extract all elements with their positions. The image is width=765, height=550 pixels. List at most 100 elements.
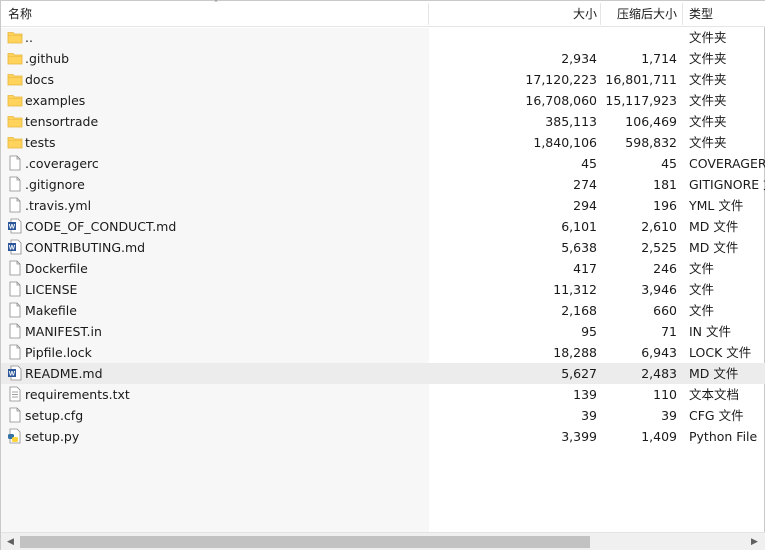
file-type: CFG 文件: [689, 408, 744, 423]
scroll-left-icon[interactable]: ◀: [2, 533, 19, 550]
file-name: CODE_OF_CONDUCT.md: [25, 219, 177, 234]
file-name: tests: [25, 135, 56, 150]
column-header-compressed[interactable]: 压缩后大小: [604, 1, 677, 27]
file-compressed-size: 106,469: [625, 114, 677, 129]
file-type: 文件夹: [689, 135, 727, 150]
file-name: Makefile: [25, 303, 77, 318]
word-doc-icon: W: [6, 363, 24, 384]
file-name: CONTRIBUTING.md: [25, 240, 146, 255]
horizontal-scrollbar[interactable]: ◀ ▶: [1, 532, 765, 550]
file-size: 17,120,223: [525, 72, 597, 87]
file-type: 文件夹: [689, 93, 727, 108]
file-compressed-size: 1,714: [641, 51, 677, 66]
file-name: docs: [25, 72, 54, 87]
file-size: 274: [573, 177, 597, 192]
file-compressed-size: 3,946: [641, 282, 677, 297]
file-row[interactable]: MANIFEST.in 95 71 IN 文件: [1, 321, 765, 342]
file-name: .coveragerc: [25, 156, 99, 171]
column-header-name[interactable]: 名称: [8, 1, 32, 27]
file-row[interactable]: W CONTRIBUTING.md 5,638 2,525 MD 文件: [1, 237, 765, 258]
scroll-right-icon[interactable]: ▶: [746, 533, 763, 550]
file-name: setup.cfg: [25, 408, 84, 423]
file-row[interactable]: .github 2,934 1,714 文件夹: [1, 48, 765, 69]
blank-file-icon: [6, 279, 24, 300]
file-size: 3,399: [561, 429, 597, 444]
blank-file-icon: [6, 195, 24, 216]
file-size: 16,708,060: [525, 93, 597, 108]
file-type: COVERAGERC 文件: [689, 156, 765, 171]
folder-icon: [6, 48, 24, 69]
file-type: 文件: [689, 261, 715, 276]
file-type: YML 文件: [689, 198, 744, 213]
file-name: requirements.txt: [25, 387, 130, 402]
file-compressed-size: 1,409: [641, 429, 677, 444]
file-name: setup.py: [25, 429, 80, 444]
file-row[interactable]: Makefile 2,168 660 文件: [1, 300, 765, 321]
column-divider[interactable]: [600, 3, 601, 25]
file-compressed-size: 2,610: [641, 219, 677, 234]
sort-ascending-icon: ˄: [213, 0, 219, 10]
folder-icon: [6, 132, 24, 153]
file-type: MD 文件: [689, 366, 739, 381]
python-file-icon: [6, 426, 24, 447]
file-row[interactable]: .. 文件夹: [1, 27, 765, 48]
file-type: 文件夹: [689, 30, 727, 45]
blank-file-icon: [6, 405, 24, 426]
file-size: [431, 27, 597, 48]
file-name: README.md: [25, 366, 103, 381]
file-size: 11,312: [553, 282, 597, 297]
file-row[interactable]: LICENSE 11,312 3,946 文件: [1, 279, 765, 300]
file-type: LOCK 文件: [689, 345, 752, 360]
file-name: examples: [25, 93, 86, 108]
file-size: 139: [573, 387, 597, 402]
blank-file-icon: [6, 300, 24, 321]
file-list-window: 名称 ˄ 大小 压缩后大小 类型 .. 文件夹 .github 2,934 1,714 文…: [0, 0, 765, 550]
file-size: 294: [573, 198, 597, 213]
file-name: Pipfile.lock: [25, 345, 92, 360]
file-row[interactable]: tensortrade 385,113 106,469 文件夹: [1, 111, 765, 132]
file-compressed-size: 246: [653, 261, 677, 276]
column-header-size[interactable]: 大小: [431, 1, 597, 27]
file-compressed-size: 660: [653, 303, 677, 318]
file-name: Dockerfile: [25, 261, 88, 276]
file-row[interactable]: W README.md 5,627 2,483 MD 文件: [1, 363, 765, 384]
file-row[interactable]: setup.cfg 39 39 CFG 文件: [1, 405, 765, 426]
file-compressed-size: 39: [661, 408, 677, 423]
file-row[interactable]: setup.py 3,399 1,409 Python File: [1, 426, 765, 447]
file-type: MD 文件: [689, 240, 739, 255]
file-size: 1,840,106: [533, 135, 597, 150]
file-size: 2,168: [561, 303, 597, 318]
column-header-type[interactable]: 类型: [689, 1, 713, 27]
column-divider[interactable]: [428, 3, 429, 25]
file-compressed-size: 110: [653, 387, 677, 402]
file-name: tensortrade: [25, 114, 99, 129]
svg-text:W: W: [9, 224, 16, 231]
scrollbar-thumb[interactable]: [20, 536, 590, 548]
file-size: 385,113: [545, 114, 597, 129]
file-row[interactable]: .travis.yml 294 196 YML 文件: [1, 195, 765, 216]
file-size: 2,934: [561, 51, 597, 66]
file-type: IN 文件: [689, 324, 732, 339]
file-size: 18,288: [553, 345, 597, 360]
file-type: 文本文档: [689, 387, 740, 402]
file-row[interactable]: .gitignore 274 181 GITIGNORE 文件: [1, 174, 765, 195]
file-row[interactable]: examples 16,708,060 15,117,923 文件夹: [1, 90, 765, 111]
text-file-icon: [6, 384, 24, 405]
column-divider[interactable]: [682, 3, 683, 25]
file-row[interactable]: Pipfile.lock 18,288 6,943 LOCK 文件: [1, 342, 765, 363]
file-size: 6,101: [561, 219, 597, 234]
file-type: 文件夹: [689, 72, 727, 87]
folder-icon: [6, 27, 24, 48]
folder-icon: [6, 69, 24, 90]
file-row[interactable]: .coveragerc 45 45 COVERAGERC 文件: [1, 153, 765, 174]
file-row[interactable]: requirements.txt 139 110 文本文档: [1, 384, 765, 405]
word-doc-icon: W: [6, 216, 24, 237]
file-row[interactable]: docs 17,120,223 16,801,711 文件夹: [1, 69, 765, 90]
file-row[interactable]: Dockerfile 417 246 文件: [1, 258, 765, 279]
file-compressed-size: 181: [653, 177, 677, 192]
file-compressed-size: 45: [661, 156, 677, 171]
file-name: .gitignore: [25, 177, 85, 192]
file-row[interactable]: W CODE_OF_CONDUCT.md 6,101 2,610 MD 文件: [1, 216, 765, 237]
column-header: 名称 ˄ 大小 压缩后大小 类型: [1, 1, 765, 27]
file-row[interactable]: tests 1,840,106 598,832 文件夹: [1, 132, 765, 153]
